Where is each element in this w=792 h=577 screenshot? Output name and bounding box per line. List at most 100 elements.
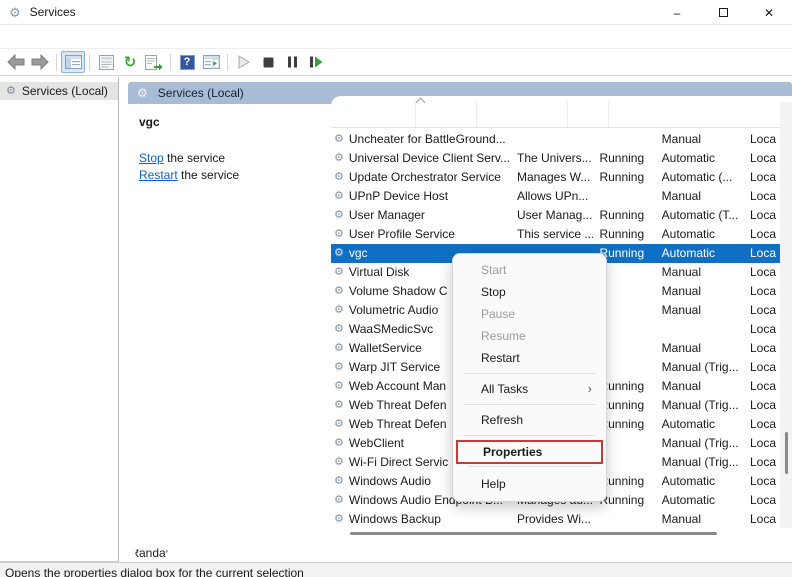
- show-console-tree-button[interactable]: [61, 51, 85, 73]
- restart-service-button[interactable]: [304, 51, 328, 73]
- service-description-pane: vgc Stop the service Restart the service: [128, 104, 331, 540]
- log-on-as-cell: Loca: [750, 398, 777, 412]
- service-gear-icon: ⚙: [334, 305, 344, 316]
- service-gear-icon: ⚙: [334, 381, 344, 392]
- context-menu-item[interactable]: Start ›: [453, 259, 606, 281]
- show-action-pane-icon: [202, 55, 220, 69]
- menu-item-label: Pause: [481, 307, 516, 321]
- close-icon: ✕: [763, 5, 775, 20]
- context-menu-item[interactable]: Properties ›: [456, 440, 603, 467]
- context-menu-item[interactable]: Refresh ›: [453, 409, 606, 436]
- column-header[interactable]: [331, 101, 416, 127]
- service-row[interactable]: ⚙ UPnP Device Host Allows UPn... Manual L…: [331, 187, 780, 206]
- vertical-scrollbar-thumb[interactable]: [785, 432, 788, 474]
- service-row[interactable]: ⚙ Update Orchestrator Service Manages W..…: [331, 168, 780, 187]
- startup-type-cell: Manual (Trig...: [661, 398, 739, 412]
- column-header[interactable]: [416, 101, 477, 127]
- service-gear-icon: ⚙: [334, 229, 344, 240]
- restart-service-text: the service: [177, 168, 240, 182]
- context-menu-item[interactable]: All Tasks ›: [453, 378, 606, 405]
- log-on-as-cell: Loca: [750, 341, 777, 355]
- properties-button[interactable]: [94, 51, 118, 73]
- restart-service-link[interactable]: Restart: [139, 168, 178, 182]
- startup-type-cell: [653, 320, 741, 339]
- refresh-button[interactable]: ↻: [118, 51, 142, 73]
- service-row[interactable]: ⚙ User Manager User Manag... Running Auto…: [331, 206, 780, 225]
- context-menu-item[interactable]: Help ›: [453, 473, 606, 495]
- maximize-button[interactable]: [700, 0, 746, 25]
- tree-item-services-local[interactable]: ⚙ Services (Local): [0, 82, 118, 100]
- service-gear-icon: ⚙: [334, 514, 344, 525]
- name-cell: ⚙ UPnP Device Host: [331, 187, 511, 206]
- stop-service-link[interactable]: Stop: [139, 151, 164, 165]
- service-name: Wi-Fi Direct Servic: [348, 455, 449, 469]
- service-gear-icon: ⚙: [334, 457, 344, 468]
- show-action-pane-button[interactable]: [199, 51, 223, 73]
- console-tree-panel: ⚙ Services (Local): [0, 78, 119, 562]
- pause-service-button[interactable]: [280, 51, 304, 73]
- log-on-as-cell: Loca: [750, 132, 777, 146]
- context-menu-item[interactable]: Pause ›: [453, 303, 606, 325]
- stop-service-text: the service: [163, 151, 226, 165]
- horizontal-scrollbar-thumb[interactable]: [350, 532, 717, 535]
- startup-type-cell: Automatic: [661, 151, 716, 165]
- minimize-icon: –: [673, 5, 681, 20]
- help-button[interactable]: ?: [175, 51, 199, 73]
- service-gear-icon: ⚙: [334, 438, 344, 449]
- startup-type-cell: Manual: [661, 341, 702, 355]
- log-on-as-cell: Loca: [750, 493, 777, 507]
- minimize-button[interactable]: –: [654, 0, 700, 25]
- service-name: Universal Device Client Serv...: [348, 151, 511, 165]
- horizontal-scrollbar[interactable]: [331, 527, 780, 540]
- startup-type-cell: Manual (Trig...: [661, 455, 739, 469]
- service-row[interactable]: ⚙ Uncheater for BattleGround... Manual Lo…: [331, 130, 780, 149]
- stop-service-button[interactable]: [256, 51, 280, 73]
- menu-item-label: Stop: [481, 285, 506, 299]
- back-button[interactable]: [4, 51, 28, 73]
- window-title: Services: [29, 5, 76, 19]
- service-name: Volume Shadow C: [348, 284, 448, 298]
- menubar-item[interactable]: [40, 34, 60, 40]
- vertical-scrollbar[interactable]: [780, 102, 792, 528]
- service-gear-icon: ⚙: [334, 248, 344, 259]
- start-service-button[interactable]: [232, 51, 256, 73]
- service-name: Windows Audio: [348, 474, 431, 488]
- menubar-item[interactable]: [0, 34, 20, 40]
- show-console-tree-icon: [64, 55, 82, 69]
- service-row[interactable]: ⚙ User Profile Service This service ... R…: [331, 225, 780, 244]
- service-name: WalletService: [348, 341, 422, 355]
- service-name: User Manager: [348, 208, 425, 222]
- service-row[interactable]: ⚙ Universal Device Client Serv... The Uni…: [331, 149, 780, 168]
- column-header[interactable]: [568, 101, 608, 127]
- log-on-as-cell: Loca: [750, 189, 777, 203]
- forward-button[interactable]: [28, 51, 52, 73]
- service-name: Web Threat Defen: [348, 398, 447, 412]
- context-menu-item[interactable]: Restart ›: [453, 347, 606, 374]
- startup-type-cell: Manual: [661, 132, 702, 146]
- context-menu-item[interactable]: Stop ›: [453, 281, 606, 303]
- menu-item-label: Start: [481, 263, 507, 277]
- startup-type-cell: Automatic: [661, 417, 716, 431]
- context-menu-item[interactable]: Resume ›: [453, 325, 606, 347]
- close-button[interactable]: ✕: [746, 0, 792, 25]
- log-on-as-cell: Loca: [750, 417, 777, 431]
- status-cell: Running: [599, 151, 645, 165]
- startup-type-cell: Automatic: [661, 246, 716, 260]
- menubar-item[interactable]: [60, 34, 80, 40]
- log-on-as-cell: Loca: [750, 455, 777, 469]
- refresh-icon: ↻: [123, 53, 137, 71]
- log-on-as-cell: Loca: [750, 265, 777, 279]
- services-window: ⚙ Services – ✕ ↻ ? ⚙ Services (Local) ⚙ …: [0, 0, 792, 577]
- submenu-chevron-icon: ›: [587, 381, 592, 396]
- description-cell: [511, 130, 593, 149]
- back-icon: [7, 54, 25, 70]
- menubar-item[interactable]: [20, 34, 40, 40]
- service-gear-icon: ⚙: [334, 191, 344, 202]
- export-list-button[interactable]: [142, 51, 166, 73]
- menu-item-label: Refresh: [481, 413, 524, 427]
- column-header[interactable]: [608, 101, 609, 127]
- service-gear-icon: ⚙: [334, 172, 344, 183]
- column-header[interactable]: [477, 101, 568, 127]
- description-cell: Allows UPn...: [516, 189, 589, 203]
- log-on-as-cell: Loca: [750, 151, 777, 165]
